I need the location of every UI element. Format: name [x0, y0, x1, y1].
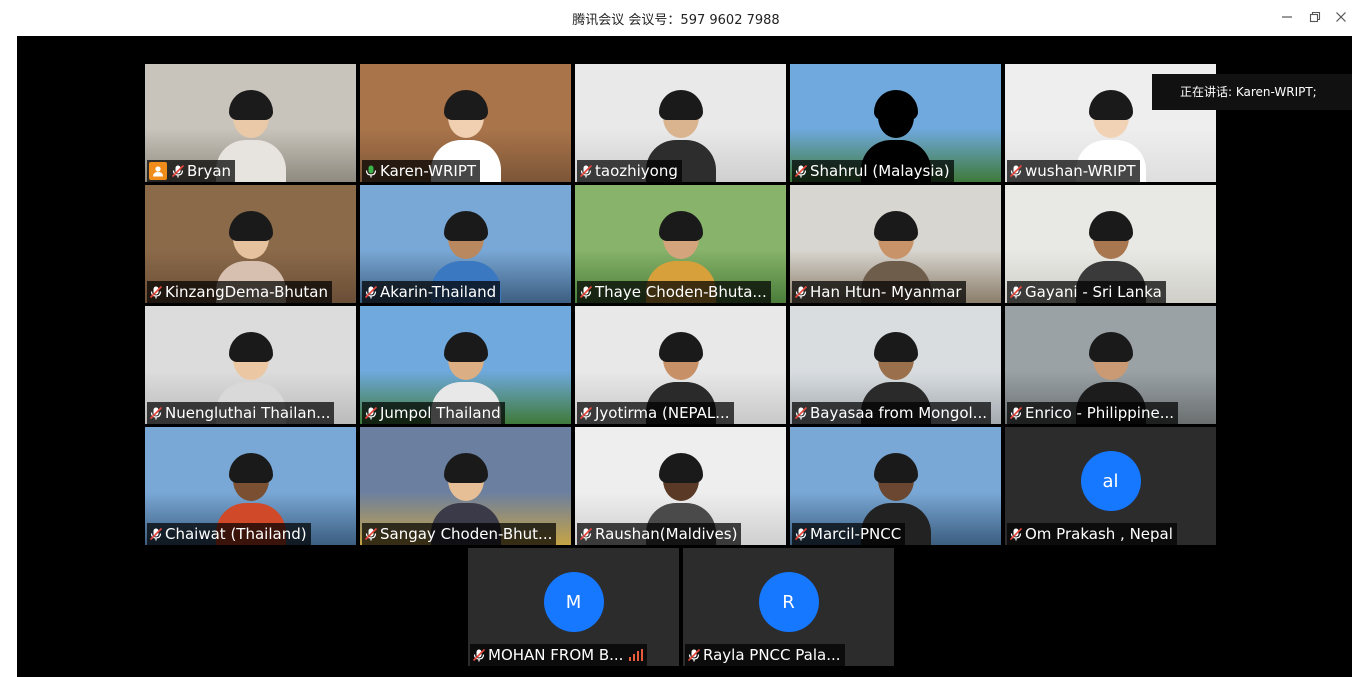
- participant-tile[interactable]: Karen-WRIPT: [360, 64, 571, 182]
- participant-name: MOHAN FROM B...: [488, 646, 624, 664]
- mic-muted-icon: [579, 164, 593, 178]
- participant-name: Gayani - Sri Lanka: [1025, 283, 1162, 301]
- participant-name: KinzangDema-Bhutan: [165, 283, 328, 301]
- participant-name: Bayasaa from Mongol...: [810, 404, 987, 422]
- participant-name: Enrico - Philippine...: [1025, 404, 1174, 422]
- participant-tile[interactable]: Gayani - Sri Lanka: [1005, 185, 1216, 303]
- mic-muted-icon: [579, 285, 593, 299]
- participant-tile[interactable]: Bayasaa from Mongol...: [790, 306, 1001, 424]
- participant-tile[interactable]: KinzangDema-Bhutan: [145, 185, 356, 303]
- participant-tile[interactable]: Jumpol Thailand: [360, 306, 571, 424]
- participant-nameplate: Gayani - Sri Lanka: [1007, 281, 1166, 303]
- mic-muted-icon: [171, 164, 185, 178]
- mic-muted-icon: [1009, 285, 1023, 299]
- participant-nameplate: Jumpol Thailand: [362, 402, 505, 424]
- participant-name: Rayla PNCC Pala...: [703, 646, 841, 664]
- mic-on-icon: [365, 165, 377, 178]
- participant-name: Nuengluthai Thailan...: [165, 404, 331, 422]
- participant-nameplate: Sangay Choden-Bhut...: [362, 523, 557, 545]
- video-gallery: Bryan Karen-WRIPT taozhiyong Shahrul (Malay…: [17, 36, 1352, 677]
- participant-nameplate: Bayasaa from Mongol...: [792, 402, 991, 424]
- participant-nameplate: KinzangDema-Bhutan: [147, 281, 332, 303]
- participant-name: Akarin-Thailand: [380, 283, 497, 301]
- speaking-indicator: 正在讲话: Karen-WRIPT;: [1152, 74, 1352, 110]
- mic-muted-icon: [579, 406, 593, 420]
- mic-muted-icon: [579, 527, 593, 541]
- participant-avatar: M: [543, 572, 604, 632]
- participant-tile[interactable]: M MOHAN FROM B...: [468, 548, 679, 666]
- participant-avatar: al: [1080, 451, 1141, 511]
- participant-nameplate: Raushan(Maldives): [577, 523, 742, 545]
- participant-name: taozhiyong: [595, 162, 678, 180]
- participant-tile[interactable]: Raushan(Maldives): [575, 427, 786, 545]
- participant-tile[interactable]: R Rayla PNCC Pala...: [683, 548, 894, 666]
- minimize-icon[interactable]: [1276, 6, 1298, 28]
- participant-nameplate: wushan-WRIPT: [1007, 160, 1140, 182]
- participant-tile[interactable]: Bryan: [145, 64, 356, 182]
- participant-name: Sangay Choden-Bhut...: [380, 525, 553, 543]
- participant-name: Jumpol Thailand: [380, 404, 501, 422]
- mic-muted-icon: [364, 406, 378, 420]
- participant-name: Karen-WRIPT: [380, 162, 477, 180]
- window-title: 腾讯会议 会议号：597 9602 7988: [572, 13, 780, 28]
- mic-muted-icon: [149, 406, 163, 420]
- participant-nameplate: Akarin-Thailand: [362, 281, 501, 303]
- title-bar: 腾讯会议 会议号：597 9602 7988: [0, 0, 1352, 36]
- participant-tile[interactable]: Akarin-Thailand: [360, 185, 571, 303]
- participant-name: Bryan: [187, 162, 232, 180]
- participant-avatar: R: [758, 572, 819, 632]
- mic-muted-icon: [794, 285, 808, 299]
- participant-nameplate: taozhiyong: [577, 160, 682, 182]
- mic-muted-icon: [1009, 527, 1023, 541]
- mic-muted-icon: [1009, 406, 1023, 420]
- restore-icon[interactable]: [1304, 6, 1326, 28]
- participant-tile[interactable]: Shahrul (Malaysia): [790, 64, 1001, 182]
- mic-muted-icon: [794, 527, 808, 541]
- participant-nameplate: Rayla PNCC Pala...: [685, 644, 845, 666]
- participant-nameplate: Jyotirma (NEPAL...: [577, 402, 734, 424]
- participant-name: Raushan(Maldives): [595, 525, 738, 543]
- participant-name: Om Prakash , Nepal: [1025, 525, 1173, 543]
- host-icon: [149, 162, 167, 180]
- participant-nameplate: Nuengluthai Thailan...: [147, 402, 335, 424]
- mic-muted-icon: [364, 527, 378, 541]
- participant-nameplate: Chaiwat (Thailand): [147, 523, 311, 545]
- mic-muted-icon: [1009, 164, 1023, 178]
- participant-name: Shahrul (Malaysia): [810, 162, 950, 180]
- participant-nameplate: Enrico - Philippine...: [1007, 402, 1178, 424]
- participant-nameplate: MOHAN FROM B...: [470, 644, 648, 666]
- participant-nameplate: Bryan: [147, 160, 236, 182]
- participant-nameplate: Han Htun- Myanmar: [792, 281, 966, 303]
- mic-muted-icon: [687, 648, 701, 662]
- mic-muted-icon: [794, 164, 808, 178]
- mic-muted-icon: [472, 648, 486, 662]
- participant-name: Marcil-PNCC: [810, 525, 902, 543]
- participant-tile[interactable]: Chaiwat (Thailand): [145, 427, 356, 545]
- participant-nameplate: Karen-WRIPT: [362, 160, 481, 182]
- mic-muted-icon: [149, 285, 163, 299]
- mic-muted-icon: [149, 527, 163, 541]
- participant-tile[interactable]: Sangay Choden-Bhut...: [360, 427, 571, 545]
- participant-tile[interactable]: Jyotirma (NEPAL...: [575, 306, 786, 424]
- participant-tile[interactable]: al Om Prakash , Nepal: [1005, 427, 1216, 545]
- participant-tile[interactable]: Thaye Choden-Bhuta...: [575, 185, 786, 303]
- participant-name: Han Htun- Myanmar: [810, 283, 962, 301]
- mic-muted-icon: [794, 406, 808, 420]
- participant-nameplate: Shahrul (Malaysia): [792, 160, 954, 182]
- participant-nameplate: Thaye Choden-Bhuta...: [577, 281, 771, 303]
- participant-name: Jyotirma (NEPAL...: [595, 404, 730, 422]
- participant-tile[interactable]: taozhiyong: [575, 64, 786, 182]
- mic-muted-icon: [364, 285, 378, 299]
- participant-tile[interactable]: Nuengluthai Thailan...: [145, 306, 356, 424]
- participant-nameplate: Marcil-PNCC: [792, 523, 906, 545]
- participant-name: wushan-WRIPT: [1025, 162, 1136, 180]
- participant-name: Chaiwat (Thailand): [165, 525, 307, 543]
- close-icon[interactable]: [1330, 6, 1352, 28]
- participant-nameplate: Om Prakash , Nepal: [1007, 523, 1177, 545]
- network-signal-icon: [629, 649, 644, 661]
- participant-tile[interactable]: Marcil-PNCC: [790, 427, 1001, 545]
- participant-tile[interactable]: Enrico - Philippine...: [1005, 306, 1216, 424]
- participant-name: Thaye Choden-Bhuta...: [595, 283, 767, 301]
- participant-tile[interactable]: Han Htun- Myanmar: [790, 185, 1001, 303]
